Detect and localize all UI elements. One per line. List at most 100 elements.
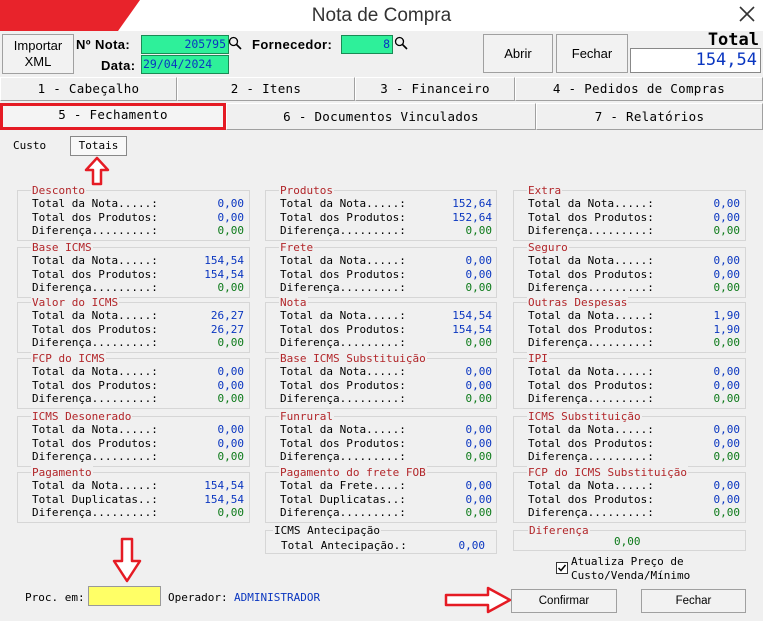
data-row: Diferença.........: 0,00 bbox=[280, 450, 492, 463]
group-title: Frete bbox=[279, 241, 315, 254]
data-row: Total da Nota.....: 152,64 bbox=[280, 197, 492, 210]
group-title: Outras Despesas bbox=[527, 296, 629, 309]
date-field[interactable]: 29/04/2024 bbox=[141, 55, 229, 74]
row-label: Total dos Produtos: bbox=[528, 492, 654, 506]
data-row: Diferença.........: 0,00 bbox=[280, 336, 492, 349]
row-value: 0,00 bbox=[713, 436, 741, 450]
window-title: Nota de Compra bbox=[311, 5, 452, 26]
total-label: Total bbox=[707, 30, 759, 50]
data-row: Total da Nota.....: 154,54 bbox=[280, 309, 492, 322]
search-icon[interactable] bbox=[228, 36, 242, 50]
subtab-custo[interactable]: Custo bbox=[8, 137, 51, 157]
data-row: Total da Nota.....: 0,00 bbox=[280, 254, 492, 267]
row-value: 0,00 bbox=[713, 506, 741, 519]
row-label: Diferença.........: bbox=[32, 392, 158, 405]
row-value: 0,00 bbox=[465, 365, 493, 378]
proc-em-input[interactable] bbox=[88, 586, 161, 606]
row-value: 0,00 bbox=[465, 267, 493, 281]
group-title: Seguro bbox=[527, 241, 569, 254]
atualiza-preco-label: Atualiza Preço de Custo/Venda/Mínimo bbox=[571, 555, 690, 583]
operador-label: Operador: bbox=[168, 591, 228, 604]
row-value: 0,00 bbox=[465, 392, 493, 405]
row-label: Total da Nota.....: bbox=[528, 254, 654, 267]
row-label: Total Antecipação.: bbox=[281, 539, 407, 552]
tab-documentos-vinculados[interactable]: 6 - Documentos Vinculados bbox=[226, 103, 536, 130]
group-title: Base ICMS bbox=[31, 241, 93, 254]
group-title: ICMS Antecipação bbox=[273, 524, 381, 537]
totals-group: FCP do ICMS Substituição Total da Nota...… bbox=[513, 466, 746, 523]
row-value: 0,00 bbox=[217, 506, 245, 519]
import-xml-button[interactable]: Importar XML bbox=[2, 34, 74, 74]
group-title: FCP do ICMS Substituição bbox=[527, 466, 688, 479]
data-row: Total da Nota.....: 1,90 bbox=[528, 309, 740, 322]
totals-group: ICMS Substituição Total da Nota.....: 0,00… bbox=[513, 410, 746, 467]
row-value: 154,54 bbox=[204, 479, 244, 492]
tab-financeiro[interactable]: 3 - Financeiro bbox=[355, 77, 515, 101]
row-label: Diferença.........: bbox=[280, 224, 406, 237]
row-label: Total dos Produtos: bbox=[280, 267, 406, 281]
close-window-button[interactable]: Fechar bbox=[641, 589, 746, 613]
data-row: Total da Nota.....: 0,00 bbox=[528, 423, 740, 436]
data-row: Diferença.........: 0,00 bbox=[280, 392, 492, 405]
data-row: Total da Nota.....: 0,00 bbox=[32, 423, 244, 436]
row-value: 0,00 bbox=[217, 436, 245, 450]
diferenca-value: 0,00 bbox=[614, 535, 641, 548]
close-button[interactable]: Fechar bbox=[556, 34, 628, 73]
data-row: Diferença.........: 0,00 bbox=[32, 224, 244, 237]
close-icon[interactable] bbox=[736, 3, 758, 25]
row-value: 0,00 bbox=[217, 365, 245, 378]
tab-cabecalho[interactable]: 1 - Cabeçalho bbox=[0, 77, 177, 101]
tab-fechamento[interactable]: 5 - Fechamento bbox=[0, 103, 226, 130]
subtab-totais[interactable]: Totais bbox=[70, 136, 127, 156]
group-title: Pagamento do frete FOB bbox=[279, 466, 427, 479]
tab-itens[interactable]: 2 - Itens bbox=[177, 77, 355, 101]
row-label: Diferença.........: bbox=[528, 336, 654, 349]
nota-number-field[interactable]: 205795 bbox=[141, 35, 229, 54]
row-label: Total da Nota.....: bbox=[32, 254, 158, 267]
row-label: Diferença.........: bbox=[528, 392, 654, 405]
data-row: Total da Frete....: 0,00 bbox=[280, 479, 492, 492]
totals-group: Valor do ICMS Total da Nota.....: 26,27 Tot… bbox=[17, 296, 250, 353]
row-label: Total dos Produtos: bbox=[280, 436, 406, 450]
row-label: Diferença.........: bbox=[32, 506, 158, 519]
data-row: Total da Nota.....: 154,54 bbox=[32, 254, 244, 267]
row-value: 0,00 bbox=[713, 336, 741, 349]
confirm-button[interactable]: Confirmar bbox=[511, 589, 617, 613]
row-label: Total dos Produtos: bbox=[280, 378, 406, 392]
search-icon[interactable] bbox=[394, 36, 408, 50]
tab-pedidos-de-compras[interactable]: 4 - Pedidos de Compras bbox=[515, 77, 763, 101]
row-label: Total da Nota.....: bbox=[280, 365, 406, 378]
data-row: Diferença.........: 0,00 bbox=[528, 506, 740, 519]
group-title: Pagamento bbox=[31, 466, 93, 479]
checkbox-icon bbox=[557, 564, 567, 572]
row-label: Total dos Produtos: bbox=[528, 267, 654, 281]
fornecedor-field[interactable]: 8 bbox=[341, 35, 393, 54]
row-label: Total dos Produtos: bbox=[32, 322, 158, 336]
atualiza-line-1: Atualiza Preço de bbox=[571, 555, 684, 568]
row-value: 0,00 bbox=[713, 423, 741, 436]
row-value: 0,00 bbox=[217, 224, 245, 237]
row-label: Diferença.........: bbox=[280, 450, 406, 463]
row-value: 26,27 bbox=[210, 309, 244, 322]
row-value: 0,00 bbox=[217, 423, 245, 436]
data-row: Total dos Produtos: 0,00 bbox=[32, 211, 244, 224]
row-label: Diferença.........: bbox=[32, 336, 158, 349]
row-value: 0,00 bbox=[713, 267, 741, 281]
row-label: Total da Nota.....: bbox=[32, 479, 158, 492]
atualiza-preco-checkbox[interactable] bbox=[556, 562, 568, 574]
data-label: Data: bbox=[101, 58, 136, 73]
open-button[interactable]: Abrir bbox=[483, 34, 553, 73]
row-label: Total da Nota.....: bbox=[528, 423, 654, 436]
row-value: 0,00 bbox=[217, 197, 245, 210]
row-value: 0,00 bbox=[713, 492, 741, 506]
row-value: 0,00 bbox=[465, 506, 493, 519]
row-label: Total da Nota.....: bbox=[528, 197, 654, 210]
row-label: Total dos Produtos: bbox=[528, 322, 654, 336]
totals-group: Pagamento Total da Nota.....: 154,54 Total … bbox=[17, 466, 250, 523]
tab-relatorios[interactable]: 7 - Relatórios bbox=[536, 103, 763, 130]
row-label: Total da Nota.....: bbox=[528, 365, 654, 378]
row-value: 0,00 bbox=[465, 378, 493, 392]
row-value: 0,00 bbox=[713, 365, 741, 378]
row-label: Total dos Produtos: bbox=[32, 436, 158, 450]
red-arrow-icon bbox=[444, 586, 512, 614]
